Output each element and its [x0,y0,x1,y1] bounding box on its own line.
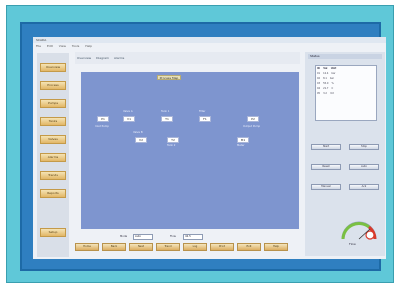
manual-button[interactable]: Manual [311,184,341,190]
app-window: SCADA File Edit View Tools Help Overview… [33,37,386,259]
node-caption: Output Pump [243,125,261,128]
gauge-label: Flow [349,242,356,246]
table-header-row: ID Val Unit [317,67,375,71]
top-strip: Overview Diagram Alarms [75,52,300,64]
title-bar: SCADA [33,37,386,43]
node-f1[interactable]: F1 [199,116,211,122]
sidebar-item-setup[interactable]: Setup [40,228,66,237]
help-button[interactable]: Help [264,243,288,251]
print-button[interactable]: Print [210,243,234,251]
table-header-id: ID [317,67,320,70]
tab-alarms[interactable]: Alarms [114,56,124,60]
table-cell: 03 [317,82,321,85]
sidebar-item-trends[interactable]: Trends [40,171,66,180]
log-button[interactable]: Log [183,243,207,251]
tab-diagram[interactable]: Diagram [96,56,109,60]
process-canvas: Process Map P1 Inlet Pump V1 Valve A T1 … [81,72,299,229]
node-caption: Meter [237,144,245,147]
node-caption: Valve B [133,131,143,134]
node-m1[interactable]: M1 [237,137,249,143]
table-cell: 12.4 [323,72,329,75]
home-button[interactable]: Home [75,243,99,251]
node-t2[interactable]: T2 [167,137,179,143]
flow-gauge-icon [341,221,377,240]
back-button[interactable]: Back [102,243,126,251]
node-caption: Filter [199,110,206,113]
menu-tools[interactable]: Tools [72,44,79,48]
exit-button[interactable]: Exit [237,243,261,251]
table-row[interactable]: 04 21.7 C [317,87,375,91]
node-caption: Valve A [123,110,133,113]
table-row[interactable]: 01 12.4 bar [317,72,375,76]
menu-view[interactable]: View [59,44,66,48]
table-header-unit: Unit [330,67,337,70]
reset-button[interactable]: Reset [311,164,341,170]
menu-file[interactable]: File [36,44,41,48]
sidebar-item-pumps[interactable]: Pumps [40,99,66,108]
node-p2[interactable]: P2 [247,116,259,122]
table-row[interactable]: 02 8.1 bar [317,77,375,81]
node-t1[interactable]: T1 [161,116,173,122]
node-caption: Tank 1 [161,110,170,113]
tab-bar: Overview Diagram Alarms [77,56,128,61]
sidebar-item-tanks[interactable]: Tanks [40,117,66,126]
table-cell: 05 [317,92,321,95]
sidebar: Overview Process Pumps Tanks Valves Alar… [37,53,69,257]
menu-bar: File Edit View Tools Help [33,44,386,49]
sidebar-item-alarms[interactable]: Alarms [40,153,66,162]
table-cell: bar [331,72,336,75]
table-row[interactable]: 03 55.0 % [317,82,375,86]
table-cell: % [331,82,334,85]
table-row[interactable]: 05 3.2 m3 [317,92,375,96]
bottom-bar: Mode Auto Flow 42.5 Home Back Next Trend… [75,233,305,257]
node-v2[interactable]: V2 [135,137,147,143]
right-panel-header: Status [308,54,382,59]
app-title: SCADA [36,38,47,42]
sidebar-item-process[interactable]: Process [40,81,66,90]
table-cell: 3.2 [323,92,327,95]
table-cell: C [331,87,334,90]
node-caption: Tank 2 [167,144,176,147]
table-cell: 55.0 [323,82,329,85]
mode-label: Mode [120,235,128,238]
mode-field[interactable]: Auto [133,234,153,240]
table-header-val: Val [323,67,328,70]
sidebar-item-overview[interactable]: Overview [40,63,66,72]
node-v1[interactable]: V1 [123,116,135,122]
menu-edit[interactable]: Edit [47,44,53,48]
next-button[interactable]: Next [129,243,153,251]
sidebar-item-reports[interactable]: Reports [40,189,66,198]
tab-overview[interactable]: Overview [77,56,91,60]
menu-help[interactable]: Help [85,44,92,48]
table-cell: m3 [329,92,334,95]
table-cell: bar [329,77,334,80]
trend-button[interactable]: Trend [156,243,180,251]
table-cell: 21.7 [323,87,329,90]
table-cell: 02 [317,77,321,80]
table-cell: 04 [317,87,321,90]
table-cell: 01 [317,72,321,75]
status-table: ID Val Unit 01 12.4 bar 02 8.1 bar 03 55… [315,65,377,121]
ack-button[interactable]: Ack [349,184,379,190]
node-caption: Inlet Pump [95,125,109,128]
auto-button[interactable]: Auto [349,164,379,170]
table-cell: 8.1 [323,77,327,80]
flow-field[interactable]: 42.5 [183,234,203,240]
stop-button[interactable]: Stop [349,144,379,150]
flow-label: Flow [170,235,176,238]
start-button[interactable]: Start [311,144,341,150]
canvas-title: Process Map [157,75,181,80]
sidebar-item-valves[interactable]: Valves [40,135,66,144]
node-p1[interactable]: P1 [97,116,109,122]
